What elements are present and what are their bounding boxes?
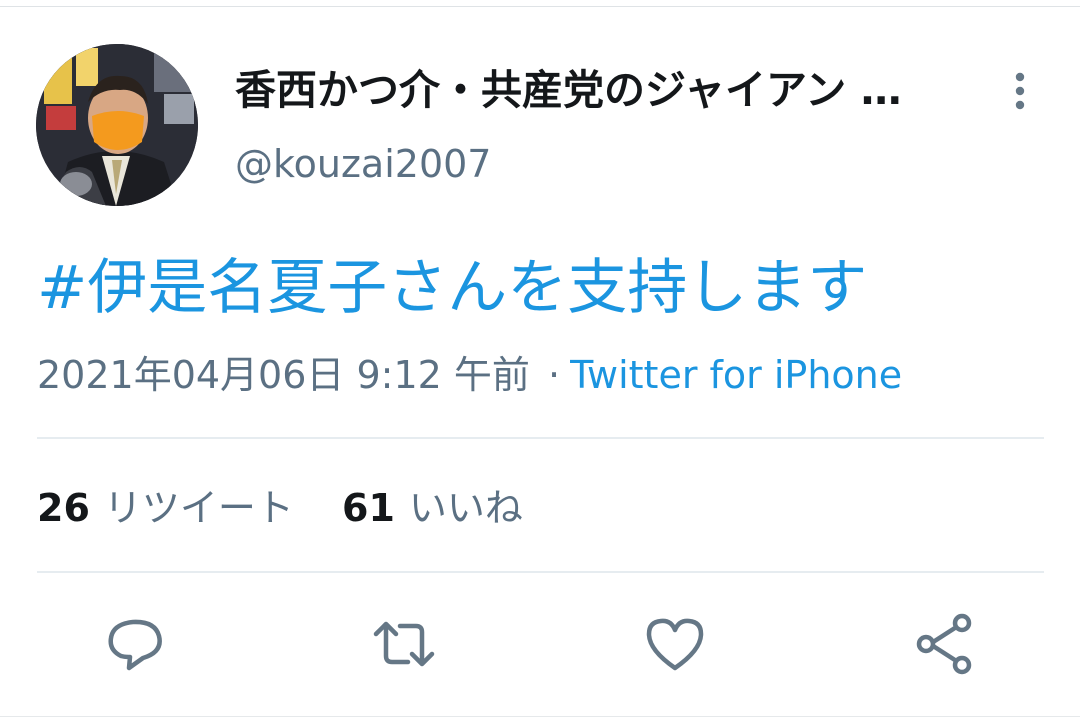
hashtag-link[interactable]: #伊是名夏子さんを支持します xyxy=(37,253,867,323)
likes-label: いいね xyxy=(408,486,523,530)
likes-stat[interactable]: 61 いいね xyxy=(342,482,523,534)
more-vertical-icon xyxy=(1015,72,1025,110)
reply-button[interactable] xyxy=(103,612,167,676)
tweet-stats: 26 リツイート 61 いいね xyxy=(37,482,559,534)
retweets-label: リツイート xyxy=(103,486,294,530)
bottom-divider xyxy=(0,716,1080,717)
source-link[interactable]: Twitter for iPhone xyxy=(570,353,902,397)
retweet-icon xyxy=(373,621,435,667)
tweet-text[interactable]: #伊是名夏子さんを支持します xyxy=(37,248,867,328)
author-display-name[interactable]: 香西かつ介・共産党のジャイアン … xyxy=(235,64,965,116)
like-button[interactable] xyxy=(643,612,707,676)
share-button[interactable] xyxy=(912,612,976,676)
like-icon xyxy=(646,618,704,671)
tweet-meta: 2021年04月06日 9:12 午前 · Twitter for iPhone xyxy=(37,350,902,400)
retweets-count: 26 xyxy=(37,486,90,530)
likes-count: 61 xyxy=(342,486,395,530)
reply-icon xyxy=(108,619,162,671)
retweet-button[interactable] xyxy=(372,612,436,676)
author-handle[interactable]: @kouzai2007 xyxy=(235,140,491,188)
more-options-button[interactable] xyxy=(1000,68,1040,114)
tweet-detail: 香西かつ介・共産党のジャイアン … @kouzai2007 #伊是名夏子さんを支… xyxy=(0,0,1080,721)
meta-separator: · xyxy=(548,353,561,397)
avatar[interactable] xyxy=(36,44,198,206)
retweets-stat[interactable]: 26 リツイート xyxy=(37,482,294,534)
share-icon xyxy=(916,613,972,675)
divider xyxy=(37,571,1044,573)
divider xyxy=(37,437,1044,439)
top-divider xyxy=(0,6,1080,7)
timestamp: 2021年04月06日 9:12 午前 xyxy=(37,353,530,397)
